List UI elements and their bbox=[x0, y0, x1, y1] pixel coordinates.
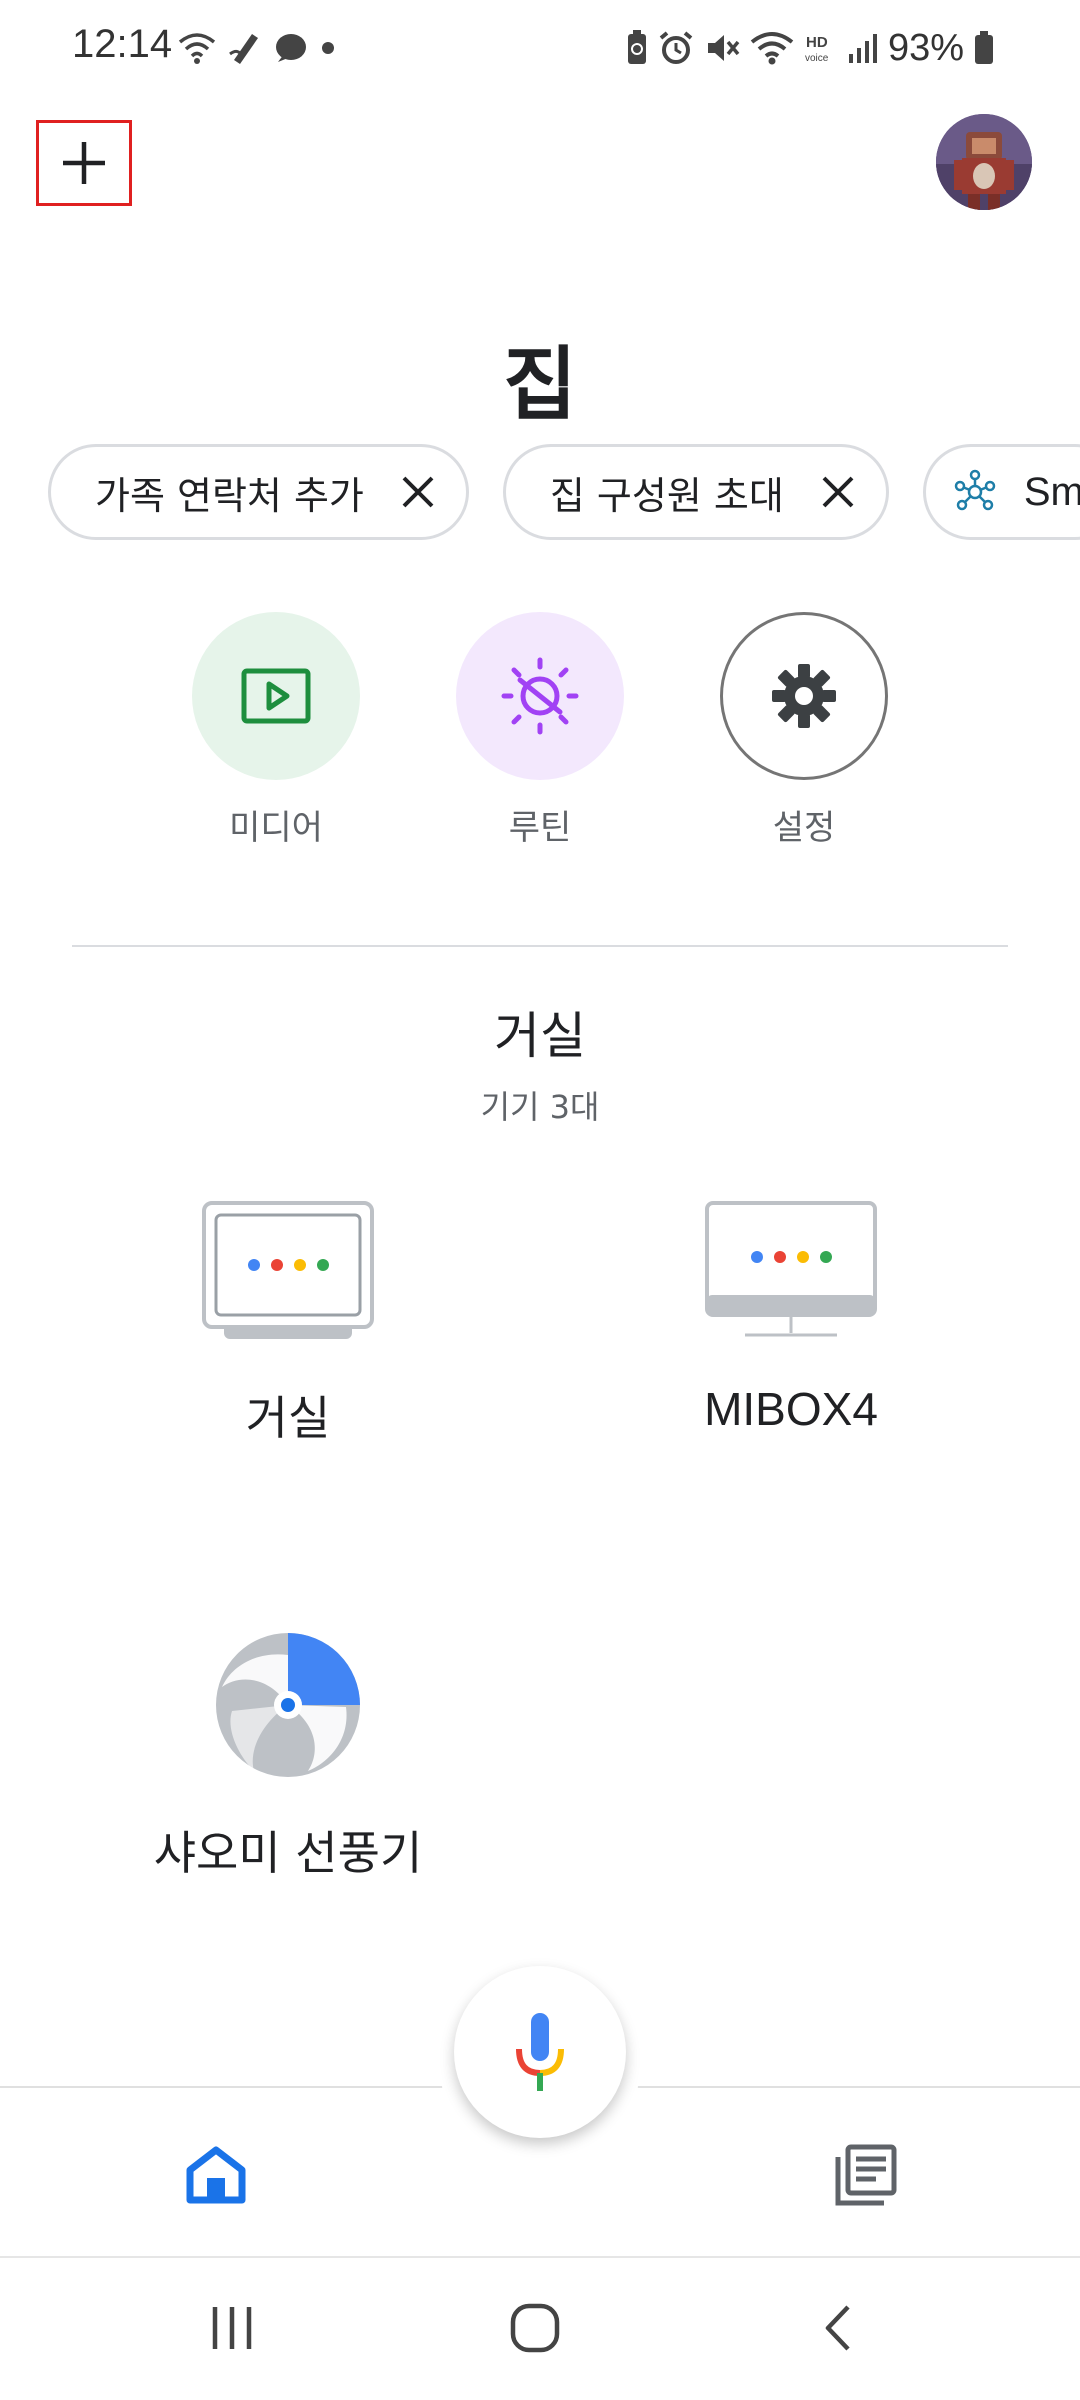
quick-action-label: 미디어 bbox=[229, 808, 323, 848]
room-name[interactable]: 거실 bbox=[0, 996, 1080, 1068]
hd-voice-icon: HD voice bbox=[805, 34, 829, 64]
mute-icon bbox=[707, 35, 740, 61]
battery-percent: 93% bbox=[887, 26, 964, 69]
quick-action-label: 설정 bbox=[772, 808, 836, 848]
device-mibox4[interactable]: MIBOX4 bbox=[631, 1190, 951, 1436]
back-icon bbox=[825, 2305, 850, 2351]
divider bbox=[72, 945, 1008, 947]
mic-button[interactable] bbox=[454, 1966, 626, 2138]
room-device-count: 기기 3대 bbox=[480, 1088, 600, 1126]
routine-sun-icon bbox=[501, 657, 579, 735]
dot-icon bbox=[322, 42, 334, 54]
battery-saver-icon bbox=[627, 30, 646, 64]
home-circle-icon bbox=[510, 2303, 560, 2353]
device-label: MIBOX4 bbox=[704, 1383, 878, 1435]
home-icon bbox=[186, 2146, 246, 2204]
device-label: 샤오미 선풍기 bbox=[153, 1826, 423, 1880]
page-title: 집 bbox=[503, 338, 577, 431]
alarm-icon bbox=[659, 31, 693, 64]
status-right-icons: HD voice 93% bbox=[626, 26, 994, 70]
system-nav-bar bbox=[0, 2256, 1080, 2400]
chip-invite-home-member[interactable]: 집 구성원 초대 bbox=[502, 444, 889, 540]
nest-hub-icon bbox=[188, 1190, 388, 1350]
close-icon[interactable] bbox=[818, 472, 858, 512]
svg-text:HD: HD bbox=[806, 34, 828, 51]
media-button[interactable] bbox=[192, 612, 360, 780]
quick-action-media[interactable]: 미디어 bbox=[191, 612, 361, 849]
mic-icon bbox=[516, 2013, 564, 2091]
play-icon bbox=[241, 668, 311, 724]
svg-text:voice: voice bbox=[805, 53, 829, 64]
chip-label: Sm bbox=[1023, 469, 1080, 514]
status-time: 12:14 bbox=[72, 22, 173, 66]
nav-feed[interactable] bbox=[816, 2130, 916, 2220]
device-living-room-hub[interactable]: 거실 bbox=[128, 1190, 448, 1448]
back-button[interactable] bbox=[788, 2288, 888, 2368]
hub-icon bbox=[954, 469, 996, 511]
tv-icon bbox=[691, 1190, 891, 1350]
chip-label: 집 구성원 초대 bbox=[549, 473, 784, 518]
wifi-icon bbox=[750, 32, 794, 65]
close-icon[interactable] bbox=[398, 472, 438, 512]
recents-icon bbox=[212, 2307, 252, 2349]
quick-action-settings[interactable]: 설정 bbox=[719, 612, 889, 849]
device-xiaomi-fan[interactable]: 샤오미 선풍기 bbox=[128, 1625, 448, 1883]
add-button[interactable] bbox=[36, 120, 132, 206]
chip-label: 가족 연락처 추가 bbox=[95, 473, 364, 518]
routines-button[interactable] bbox=[456, 612, 624, 780]
plus-icon bbox=[63, 142, 105, 184]
quick-action-label: 루틴 bbox=[508, 808, 572, 848]
suggestion-chips: 가족 연락처 추가 집 구성원 초대 Sm bbox=[48, 444, 1080, 540]
nav-home[interactable] bbox=[166, 2130, 266, 2220]
gear-icon bbox=[772, 664, 836, 728]
avatar[interactable] bbox=[936, 114, 1032, 210]
feed-icon bbox=[835, 2144, 897, 2206]
system-home-button[interactable] bbox=[485, 2288, 585, 2368]
chat-bubble-icon bbox=[276, 34, 306, 62]
status-left-icons bbox=[178, 26, 336, 70]
profile-avatar-icon bbox=[936, 114, 1032, 210]
chip-smartthings[interactable]: Sm bbox=[922, 444, 1080, 540]
settings-button[interactable] bbox=[720, 612, 888, 780]
signal-icon bbox=[848, 34, 877, 63]
battery-icon bbox=[975, 31, 993, 64]
chip-add-family-contact[interactable]: 가족 연락처 추가 bbox=[48, 444, 469, 540]
quick-action-routines[interactable]: 루틴 bbox=[455, 612, 625, 849]
pen-icon bbox=[229, 34, 258, 64]
fan-icon bbox=[188, 1625, 388, 1785]
wifi-icon bbox=[178, 33, 216, 64]
recents-button[interactable] bbox=[182, 2288, 282, 2368]
status-bar: 12:14 HD voice 93% bbox=[0, 0, 1080, 96]
device-label: 거실 bbox=[245, 1391, 331, 1445]
quick-actions: 미디어 루틴 설정 bbox=[0, 612, 1080, 852]
